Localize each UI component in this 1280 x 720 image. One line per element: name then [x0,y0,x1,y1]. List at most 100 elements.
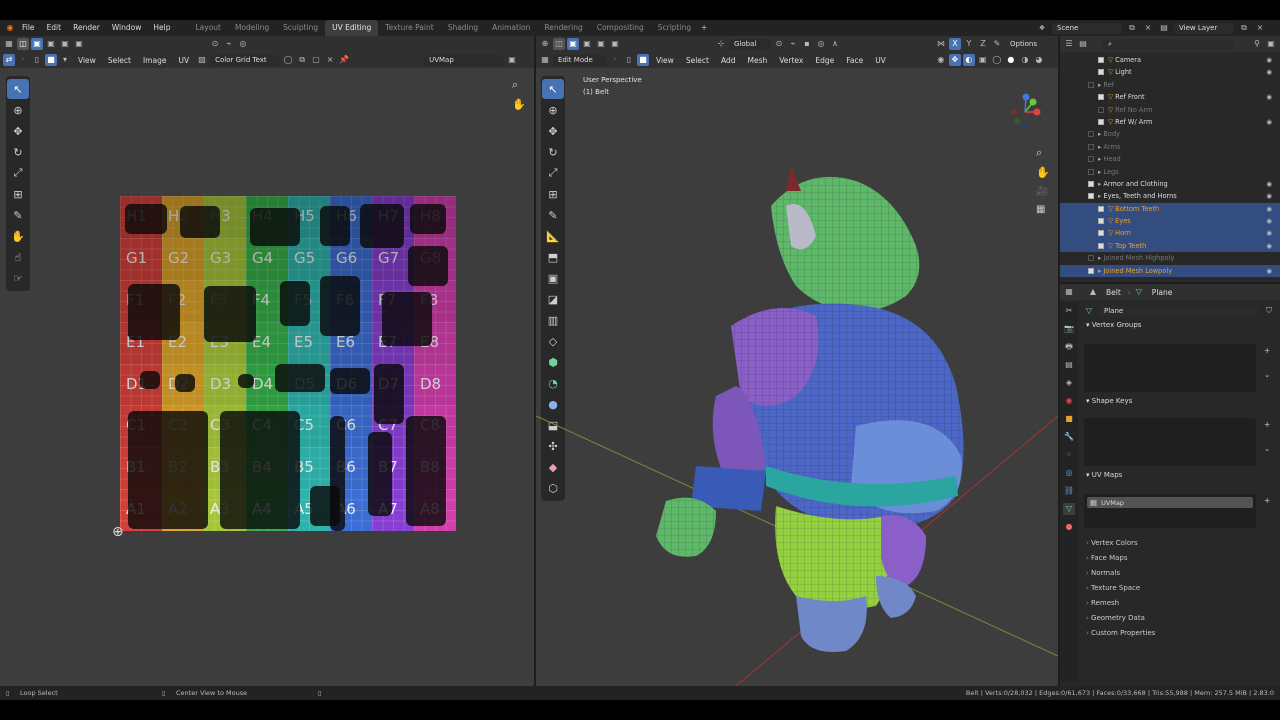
uv-menu-view[interactable]: View [73,56,101,65]
row-checkbox[interactable] [1088,180,1094,187]
tool-tab-icon[interactable]: ✂ [1063,305,1075,317]
row-checkbox[interactable] [1098,230,1104,237]
editor-type-icon[interactable]: ▦ [3,38,15,50]
copy-layer-icon[interactable]: ⧉ [1238,22,1250,34]
select-extend-icon[interactable]: ▣ [45,38,57,50]
vertex-groups-list[interactable] [1084,344,1256,392]
data-browse-icon[interactable]: ▽ [1083,305,1095,317]
row-checkbox[interactable] [1088,267,1094,274]
outliner-row[interactable]: ▸ Body [1060,128,1280,140]
filter-icon[interactable]: ⚲ [1251,38,1263,50]
uv-island[interactable] [128,411,208,529]
visibility-eye-icon[interactable]: ◉ [1266,54,1272,66]
uv-island[interactable] [275,364,325,392]
uv-island[interactable] [374,364,404,424]
world-tab-icon[interactable]: ◉ [1063,395,1075,407]
vg-add-icon[interactable]: + [1264,346,1270,355]
pan-icon[interactable]: ✋ [512,98,526,111]
outliner-search[interactable]: ⌕ [1103,38,1233,50]
tab-texture-paint[interactable]: Texture Paint [378,20,440,36]
uv-island[interactable] [140,371,160,389]
pivot-icon[interactable]: ⊙ [209,38,221,50]
collapsed-panel[interactable]: › Face Maps [1080,551,1270,566]
select-box-icon[interactable]: ◫ [17,38,29,50]
outliner-row[interactable]: ▽ Camera ◉ [1060,54,1280,66]
sk-menu-icon[interactable]: ⌄ [1264,444,1270,453]
collapsed-panel[interactable]: › Custom Properties [1080,626,1270,641]
data-name-field[interactable]: Plane [1099,305,1259,317]
proportional-icon[interactable]: ◎ [237,38,249,50]
face-select-icon[interactable]: ■ [45,54,57,66]
uv-island[interactable] [320,206,350,246]
tab-sculpting[interactable]: Sculpting [276,20,325,36]
visibility-eye-icon[interactable]: ◉ [1266,215,1272,227]
uv-island[interactable] [180,206,220,238]
pinch-tool-icon[interactable]: ☞ [7,268,29,288]
menu-help[interactable]: Help [147,20,176,36]
menu-window[interactable]: Window [106,20,148,36]
visibility-eye-icon[interactable]: ◉ [1266,227,1272,239]
uv-menu-uv[interactable]: UV [173,56,194,65]
scene-field[interactable]: Scene [1052,22,1122,34]
collapsed-panel[interactable]: › Normals [1080,566,1270,581]
outliner-row[interactable]: ▽ Ref Front ◉ [1060,91,1280,103]
relax-tool-icon[interactable]: ☝ [7,247,29,267]
new-image-icon[interactable]: ⧉ [296,54,308,66]
uv-maps-panel[interactable]: ▾ UV Maps [1080,468,1278,482]
row-checkbox[interactable] [1088,81,1094,88]
outliner-row[interactable]: ▸ Head [1060,153,1280,165]
row-checkbox[interactable] [1088,156,1094,163]
scene-tab-icon[interactable]: ◈ [1063,377,1075,389]
blender-logo-icon[interactable]: ◉ [4,22,16,34]
visibility-eye-icon[interactable]: ◉ [1266,116,1272,128]
tab-animation[interactable]: Animation [485,20,537,36]
collapsed-panel[interactable]: › Geometry Data [1080,611,1270,626]
image-browse-icon[interactable]: ▨ [196,54,208,66]
select-subtract-icon[interactable]: ▣ [59,38,71,50]
select-new-icon[interactable]: ▣ [31,38,43,50]
fake-user-icon[interactable]: ◯ [282,54,294,66]
visibility-eye-icon[interactable]: ◉ [1266,240,1272,252]
menu-file[interactable]: File [16,20,41,36]
add-workspace-icon[interactable]: + [698,22,710,34]
row-checkbox[interactable] [1088,131,1094,138]
material-tab-icon[interactable]: ● [1063,521,1075,533]
outliner-row[interactable]: ▽ Bottom Teeth ◉ [1060,202,1280,216]
visibility-eye-icon[interactable]: ◉ [1266,203,1272,215]
modifier-tab-icon[interactable]: 🔧 [1063,431,1075,443]
grab-tool-icon[interactable]: ✋ [7,226,29,246]
uv-island[interactable] [125,204,167,234]
visibility-eye-icon[interactable]: ◉ [1266,66,1272,78]
outliner-row[interactable]: ▸ Legs [1060,166,1280,178]
outliner-row[interactable]: ▽ Ref No Arm [1060,104,1280,116]
sticky-select-icon[interactable]: ▾ [59,54,71,66]
uv-island[interactable] [250,208,300,246]
uv-island[interactable] [368,432,392,516]
snap-icon[interactable]: ⌁ [223,38,235,50]
row-checkbox[interactable] [1098,94,1104,101]
rotate-tool-icon[interactable]: ↻ [7,142,29,162]
uv-island[interactable] [406,416,446,526]
menu-render[interactable]: Render [67,20,106,36]
outliner-row[interactable]: ▽ Light ◉ [1060,66,1280,78]
uv-island[interactable] [360,204,404,248]
select-intersect-icon[interactable]: ▣ [73,38,85,50]
uv-island[interactable] [238,374,254,388]
annotate-tool-icon[interactable]: ✎ [7,205,29,225]
outliner-editor-icon[interactable]: ☰ [1063,38,1075,50]
uv-island[interactable] [408,246,448,286]
character-mesh[interactable] [636,136,996,676]
row-checkbox[interactable] [1098,205,1104,212]
row-checkbox[interactable] [1098,69,1104,76]
row-checkbox[interactable] [1088,168,1094,175]
uv-island[interactable] [204,286,256,342]
uv-menu-select[interactable]: Select [103,56,136,65]
collapsed-panel[interactable]: › Texture Space [1080,581,1270,596]
uv-island[interactable] [382,292,432,346]
2d-cursor-icon[interactable]: ⊕ [112,524,124,540]
outliner-row[interactable]: ▸ Ref [1060,79,1280,91]
unlink-image-icon[interactable]: × [324,54,336,66]
tab-compositing[interactable]: Compositing [590,20,651,36]
vg-menu-icon[interactable]: ⌄ [1264,370,1270,379]
collapsed-panel[interactable]: › Remesh [1080,596,1270,611]
